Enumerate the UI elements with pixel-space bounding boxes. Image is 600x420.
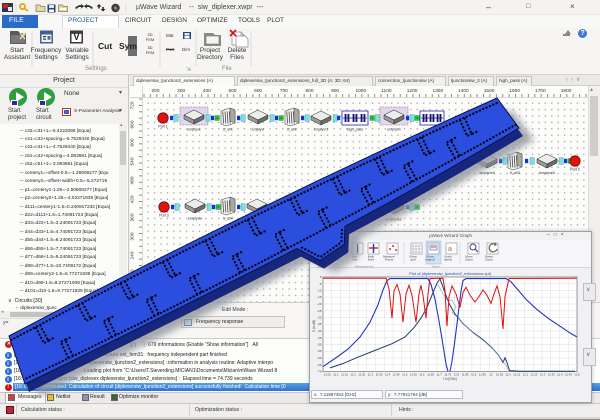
svg-text:12.45: 12.45 (565, 373, 572, 377)
svg-text:11.85: 11.85 (462, 373, 469, 377)
svg-text:11.3: 11.3 (368, 373, 374, 377)
svg-text:12.2: 12.2 (523, 373, 529, 377)
svg-text:11.5: 11.5 (402, 373, 408, 377)
svg-text:-60: -60 (317, 356, 322, 360)
svg-text:11.2: 11.2 (350, 373, 356, 377)
svg-text:11.4: 11.4 (385, 373, 391, 377)
svg-text:11.55: 11.55 (410, 373, 417, 377)
svg-text:11.6: 11.6 (419, 373, 425, 377)
svg-text:12.4: 12.4 (557, 373, 563, 377)
svg-text:11.7: 11.7 (437, 373, 443, 377)
svg-text:-55: -55 (317, 349, 322, 353)
svg-text:12.1: 12.1 (505, 373, 511, 377)
svg-text:11.35: 11.35 (376, 373, 383, 377)
svg-text:11.65: 11.65 (427, 373, 434, 377)
svg-text:S (in dB): S (in dB) (312, 320, 316, 332)
svg-text:-15: -15 (317, 295, 322, 299)
svg-text:12.15: 12.15 (513, 373, 520, 377)
svg-text:11.1: 11.1 (333, 373, 339, 377)
svg-text:-25: -25 (317, 309, 322, 313)
svg-text:11.95: 11.95 (479, 373, 486, 377)
svg-text:11.8: 11.8 (454, 373, 460, 377)
svg-text:12: 12 (489, 373, 493, 377)
svg-text:11.45: 11.45 (393, 373, 400, 377)
svg-text:-30: -30 (317, 316, 322, 320)
svg-text:11.05: 11.05 (324, 373, 331, 377)
svg-text:0: 0 (320, 275, 322, 279)
svg-text:12.35: 12.35 (548, 373, 555, 377)
svg-text:-20: -20 (317, 302, 322, 306)
svg-text:11.25: 11.25 (358, 373, 365, 377)
svg-text:12.25: 12.25 (530, 373, 537, 377)
svg-text:11.75: 11.75 (444, 373, 451, 377)
svg-text:-5: -5 (319, 282, 322, 286)
svg-text:12.3: 12.3 (540, 373, 546, 377)
svg-text:11.15: 11.15 (341, 373, 348, 377)
svg-text:-65: -65 (317, 363, 322, 367)
svg-text:f in [GHz]: f in [GHz] (443, 377, 456, 381)
svg-text:11.9: 11.9 (471, 373, 477, 377)
svg-text:-10: -10 (317, 289, 322, 293)
svg-text:-45: -45 (317, 336, 322, 340)
svg-text:-70: -70 (317, 370, 322, 374)
svg-text:12.5: 12.5 (574, 373, 580, 377)
svg-text:-35: -35 (317, 322, 322, 326)
svg-text:-40: -40 (317, 329, 322, 333)
svg-text:-50: -50 (317, 343, 322, 347)
svg-text:12.05: 12.05 (496, 373, 503, 377)
